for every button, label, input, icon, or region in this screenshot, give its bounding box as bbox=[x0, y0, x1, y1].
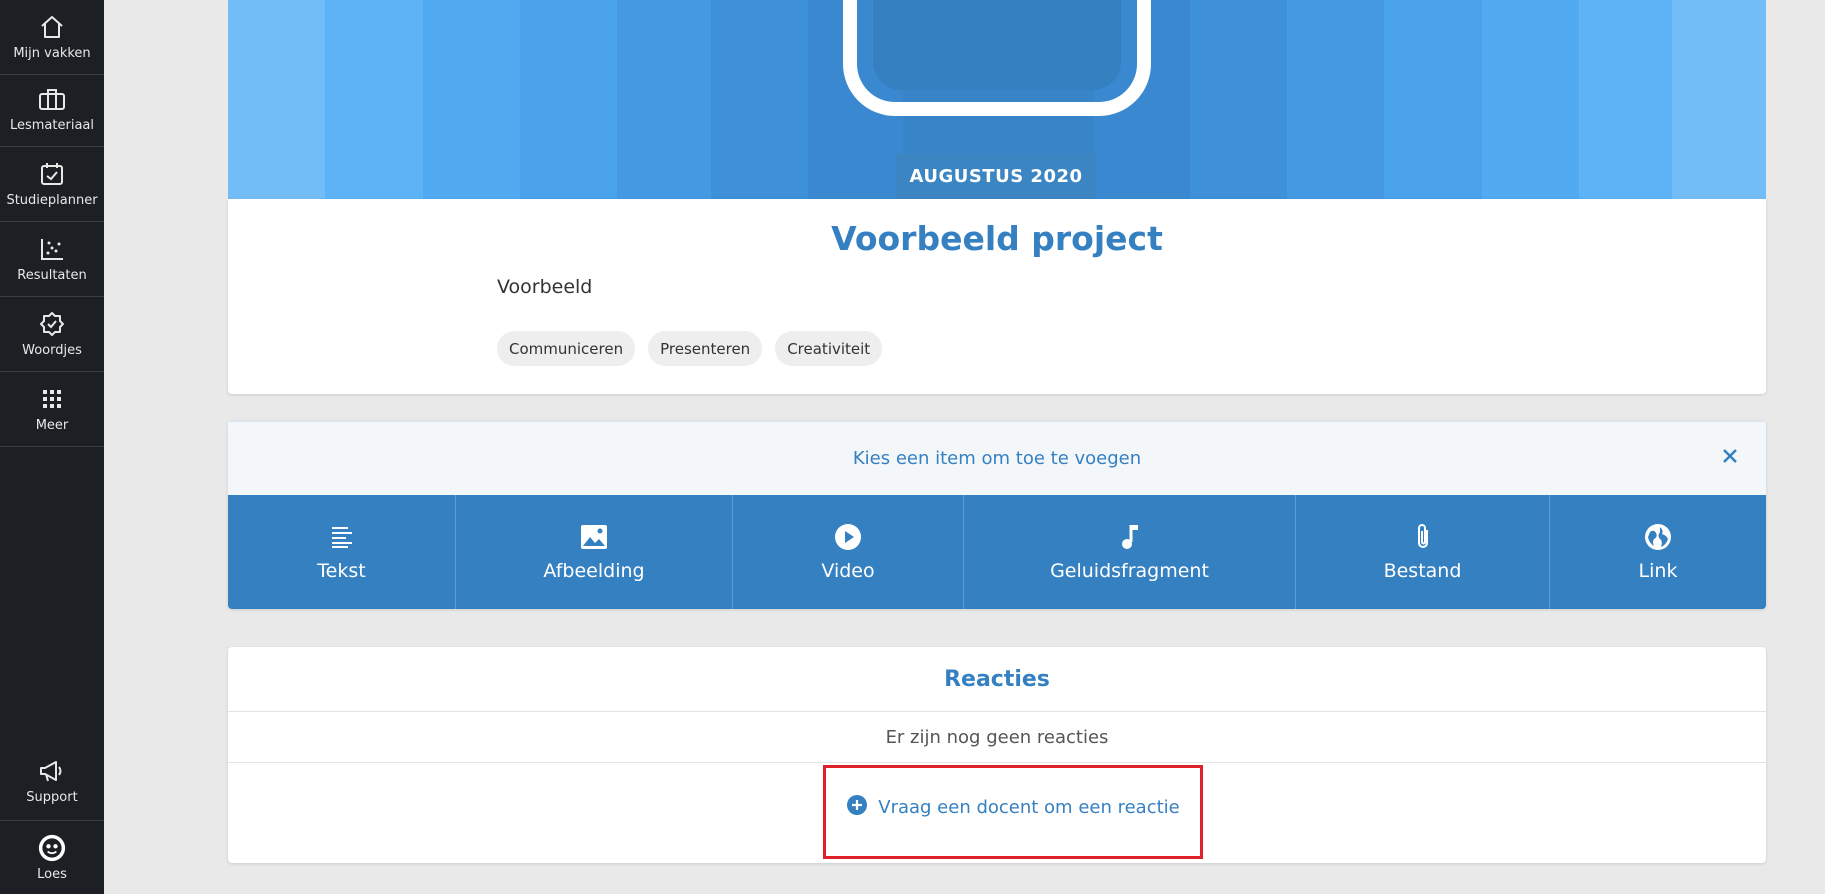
tag: Presenteren bbox=[648, 331, 763, 366]
sidebar-item-label: Woordjes bbox=[22, 343, 82, 358]
add-item-label: Afbeelding bbox=[543, 560, 645, 582]
sidebar-item-resultaten[interactable]: Resultaten bbox=[0, 222, 104, 297]
cup-illustration bbox=[843, 0, 1151, 116]
megaphone-icon bbox=[38, 757, 66, 785]
reacties-section: Reacties Er zijn nog geen reacties Vraag… bbox=[228, 647, 1766, 863]
add-item-label: Geluidsfragment bbox=[1050, 560, 1209, 582]
date-badge: AUGUSTUS 2020 bbox=[896, 154, 1096, 199]
sidebar-item-label: Lesmateriaal bbox=[9, 118, 94, 133]
avatar bbox=[38, 834, 66, 862]
plus-circle-icon bbox=[846, 794, 868, 821]
paperclip-icon bbox=[1408, 522, 1438, 552]
sidebar-item-woordjes[interactable]: Woordjes bbox=[0, 297, 104, 372]
user-name: Loes bbox=[37, 867, 67, 882]
empty-reacties-text: Er zijn nog geen reacties bbox=[228, 712, 1766, 763]
add-audio-button[interactable]: Geluidsfragment bbox=[964, 495, 1296, 609]
briefcase-icon bbox=[38, 85, 66, 113]
add-item-header: Kies een item om toe te voegen bbox=[228, 420, 1766, 495]
play-circle-icon bbox=[833, 522, 863, 552]
grid-icon bbox=[38, 385, 66, 413]
ask-teacher-reaction-button[interactable]: Vraag een docent om een reactie bbox=[833, 782, 1193, 832]
page-title: Voorbeeld project bbox=[831, 219, 1163, 258]
project-header-image: AUGUSTUS 2020 bbox=[228, 0, 1766, 199]
add-item-title: Kies een item om toe te voegen bbox=[852, 448, 1142, 469]
add-item-options: Tekst Afbeelding Video Geluidsfragment B… bbox=[228, 495, 1766, 609]
add-item-label: Video bbox=[821, 560, 875, 582]
sidebar-item-lesmateriaal[interactable]: Lesmateriaal bbox=[0, 72, 104, 147]
add-item-label: Bestand bbox=[1383, 560, 1462, 582]
project-info-card: Voorbeeld project Voorbeeld Communiceren… bbox=[228, 199, 1766, 394]
text-lines-icon bbox=[327, 522, 357, 552]
sidebar-item-label: Studieplanner bbox=[6, 193, 98, 208]
calendar-check-icon bbox=[38, 160, 66, 188]
sidebar-item-label: Mijn vakken bbox=[13, 46, 91, 61]
music-note-icon bbox=[1115, 522, 1145, 552]
project-description: Voorbeeld bbox=[497, 276, 593, 298]
close-icon[interactable] bbox=[1718, 444, 1742, 468]
sidebar-item-meer[interactable]: Meer bbox=[0, 372, 104, 447]
add-item-label: Link bbox=[1638, 560, 1678, 582]
add-item-panel: Kies een item om toe te voegen Tekst Afb… bbox=[228, 420, 1766, 609]
tag: Creativiteit bbox=[775, 331, 883, 366]
support-label: Support bbox=[26, 789, 78, 805]
badge-check-icon bbox=[38, 310, 66, 338]
sidebar: Mijn vakken Lesmateriaal Studieplanner R… bbox=[0, 0, 104, 894]
add-file-button[interactable]: Bestand bbox=[1296, 495, 1550, 609]
reacties-title: Reacties bbox=[228, 647, 1766, 712]
image-icon bbox=[579, 522, 609, 552]
scatter-chart-icon bbox=[38, 235, 66, 263]
tag: Communiceren bbox=[497, 331, 636, 366]
add-image-button[interactable]: Afbeelding bbox=[456, 495, 733, 609]
sidebar-item-label: Resultaten bbox=[17, 268, 87, 283]
add-text-button[interactable]: Tekst bbox=[228, 495, 456, 609]
add-video-button[interactable]: Video bbox=[733, 495, 964, 609]
sidebar-item-studieplanner[interactable]: Studieplanner bbox=[0, 147, 104, 222]
add-item-label: Tekst bbox=[317, 560, 366, 582]
add-link-button[interactable]: Link bbox=[1550, 495, 1766, 609]
support-button[interactable]: Support bbox=[0, 743, 104, 818]
user-menu[interactable]: Loes bbox=[0, 820, 104, 894]
sidebar-item-mijn-vakken[interactable]: Mijn vakken bbox=[0, 0, 104, 75]
sidebar-item-label: Meer bbox=[35, 418, 69, 433]
tag-list: Communiceren Presenteren Creativiteit bbox=[497, 331, 883, 366]
ask-teacher-reaction-label: Vraag een docent om een reactie bbox=[878, 796, 1180, 818]
globe-icon bbox=[1643, 522, 1673, 552]
home-icon bbox=[38, 13, 66, 41]
